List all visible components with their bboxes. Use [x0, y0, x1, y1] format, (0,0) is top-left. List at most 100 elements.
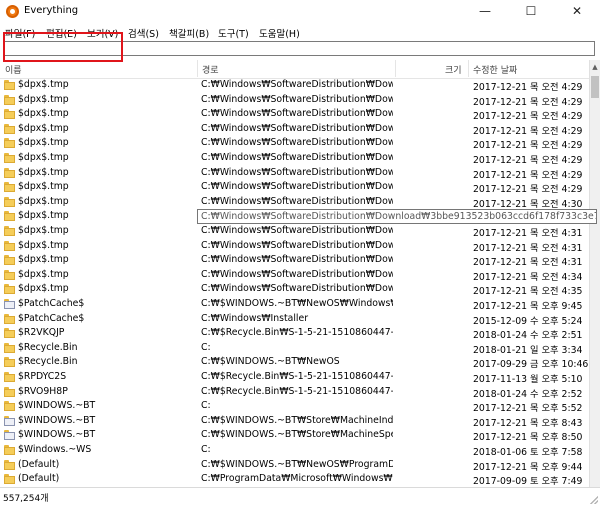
modified-date: 2017-12-21 목 오전 4:29	[473, 169, 583, 181]
column-divider[interactable]	[395, 60, 396, 77]
table-row[interactable]: $dpx$.tmp C:₩Windows₩SoftwareDistribution…	[0, 224, 589, 239]
column-path-header[interactable]: 경로	[202, 63, 219, 76]
table-row[interactable]: $dpx$.tmp C:₩Windows₩SoftwareDistribution…	[0, 180, 589, 195]
file-path: C:₩Windows₩Installer	[201, 312, 309, 324]
file-path: C:₩Windows₩SoftwareDistribution₩Downlo..…	[201, 268, 393, 280]
modified-date: 2018-01-24 수 오후 2:52	[473, 388, 583, 400]
table-row[interactable]: $dpx$.tmp C:₩Windows₩SoftwareDistribution…	[0, 282, 589, 297]
table-row[interactable]: $dpx$.tmp C:₩Windows₩SoftwareDistribution…	[0, 253, 589, 268]
file-name: $dpx$.tmp	[18, 166, 69, 178]
table-row[interactable]: $dpx$.tmp C:₩Windows₩SoftwareDistribution…	[0, 78, 589, 93]
folder-icon	[4, 372, 15, 382]
table-row[interactable]: $dpx$.tmp C:₩Windows₩SoftwareDistribution…	[0, 122, 589, 137]
file-path: C:₩Windows₩SoftwareDistribution₩Downlo..…	[201, 181, 393, 193]
file-path: C:	[201, 400, 211, 412]
file-name: $Windows.~WS	[18, 444, 92, 455]
close-button[interactable]: ✕	[554, 0, 600, 24]
minimize-button[interactable]: —	[462, 0, 508, 24]
menu-file[interactable]: 파일(F)	[5, 26, 35, 40]
table-row[interactable]: $Windows.~WS C: 2018-01-06 토 오후 7:58	[0, 443, 589, 458]
table-row[interactable]: $dpx$.tmp C:₩Windows₩SoftwareDistribution…	[0, 268, 589, 283]
folder-icon	[4, 196, 15, 207]
folder-icon	[4, 167, 15, 178]
vertical-scrollbar[interactable]: ▲	[589, 60, 600, 487]
scroll-thumb[interactable]	[591, 76, 599, 98]
file-name: $Recycle.Bin	[18, 356, 78, 368]
table-row[interactable]: $WINDOWS.~BT C:₩$WINDOWS.~BT₩Store₩Machin…	[0, 428, 589, 443]
folder-icon	[4, 386, 15, 397]
folder-icon	[4, 80, 15, 90]
modified-date: 2017-12-21 목 오후 5:52	[473, 403, 583, 415]
table-row[interactable]: (Default) C:₩ProgramData₩Microsoft₩Window…	[0, 472, 589, 487]
column-divider[interactable]	[197, 60, 198, 77]
column-name-header[interactable]: 이름	[5, 63, 22, 76]
folder-icon	[4, 269, 15, 280]
file-path: C:₩$Recycle.Bin₩S-1-5-21-1510860447-2...	[201, 385, 393, 397]
table-row[interactable]: $RVO9H8P C:₩$Recycle.Bin₩S-1-5-21-1510860…	[0, 385, 589, 400]
file-path: C:₩Windows₩SoftwareDistribution₩Downlo..…	[201, 79, 393, 90]
folder-icon	[4, 226, 15, 236]
table-row[interactable]: $dpx$.tmp C:₩Windows₩SoftwareDistribution…	[0, 107, 589, 122]
modified-date: 2017-12-21 목 오전 4:31	[473, 257, 583, 269]
path-tooltip: C:₩Windows₩SoftwareDistribution₩Download…	[197, 209, 597, 224]
table-row[interactable]: $dpx$.tmp C:₩Windows₩SoftwareDistribution…	[0, 93, 589, 108]
file-path: C:₩$WINDOWS.~BT₩Store₩MachineIndepe...	[201, 414, 393, 426]
modified-date: 2017-12-21 목 오전 4:34	[473, 271, 583, 283]
folder-icon	[4, 445, 15, 455]
resize-grip-icon[interactable]	[590, 496, 598, 504]
menu-search[interactable]: 검색(S)	[128, 26, 159, 40]
modified-date: 2017-12-21 목 오전 4:29	[473, 155, 583, 166]
menu-tools[interactable]: 도구(T)	[218, 26, 249, 40]
file-name: $dpx$.tmp	[18, 268, 69, 280]
table-row[interactable]: $dpx$.tmp C:₩Windows₩SoftwareDistribution…	[0, 195, 589, 210]
folder-icon	[4, 401, 15, 412]
table-row[interactable]: $dpx$.tmp C:₩Windows₩SoftwareDistribution…	[0, 136, 589, 151]
menu-edit[interactable]: 편집(E)	[46, 26, 77, 40]
modified-date: 2018-01-21 일 오후 3:34	[473, 344, 583, 356]
modified-date: 2017-12-21 목 오후 8:43	[473, 417, 583, 429]
modified-date: 2017-12-21 목 오전 4:30	[473, 198, 583, 210]
scroll-up-arrow-icon[interactable]: ▲	[590, 60, 600, 74]
table-row[interactable]: $Recycle.Bin C: 2018-01-21 일 오후 3:34	[0, 341, 589, 356]
file-path: C:₩$WINDOWS.~BT₩NewOS	[201, 356, 340, 368]
table-row[interactable]: $dpx$.tmp C:₩Windows₩SoftwareDistribution…	[0, 151, 589, 166]
table-row[interactable]: $PatchCache$ C:₩$WINDOWS.~BT₩NewOS₩Window…	[0, 297, 589, 312]
search-input[interactable]	[4, 41, 595, 56]
results-list: $dpx$.tmp C:₩Windows₩SoftwareDistribution…	[0, 78, 589, 487]
table-row[interactable]: $R2VKQJP C:₩$Recycle.Bin₩S-1-5-21-1510860…	[0, 326, 589, 341]
file-path: C:₩Windows₩SoftwareDistribution₩Downlo..…	[201, 166, 393, 178]
modified-date: 2017-12-21 목 오전 4:29	[473, 184, 583, 196]
file-name: $WINDOWS.~BT	[18, 400, 96, 412]
file-path: C:	[201, 341, 211, 353]
table-row[interactable]: $dpx$.tmp C:₩Windows₩SoftwareDistribution…	[0, 166, 589, 181]
folder-icon	[4, 357, 15, 368]
table-row[interactable]: $Recycle.Bin C:₩$WINDOWS.~BT₩NewOS 2017-09…	[0, 355, 589, 370]
column-size-header[interactable]: 크기	[445, 63, 462, 76]
table-row[interactable]: $RPDYC2S C:₩$Recycle.Bin₩S-1-5-21-1510860…	[0, 370, 589, 385]
menu-help[interactable]: 도움말(H)	[259, 26, 300, 40]
column-date-header[interactable]: 수정한 날짜	[473, 63, 517, 76]
menu-view[interactable]: 보기(V)	[87, 26, 118, 40]
maximize-button[interactable]: ☐	[508, 0, 554, 24]
table-row[interactable]: $PatchCache$ C:₩Windows₩Installer 2015-12-…	[0, 312, 589, 327]
folder-icon	[4, 211, 15, 222]
modified-date: 2017-12-21 목 오후 8:50	[473, 432, 583, 444]
folder-icon	[4, 284, 15, 295]
file-name: $Recycle.Bin	[18, 341, 78, 353]
table-row[interactable]: $WINDOWS.~BT C: 2017-12-21 목 오후 5:52	[0, 399, 589, 414]
table-row[interactable]: (Default) C:₩$WINDOWS.~BT₩NewOS₩ProgramDa…	[0, 458, 589, 473]
menu-bookmarks[interactable]: 책갈피(B)	[169, 26, 209, 40]
file-name: $dpx$.tmp	[18, 254, 69, 266]
status-bar: 557,254개	[0, 487, 600, 506]
folder-icon	[4, 153, 15, 163]
modified-date: 2017-12-21 목 오전 4:31	[473, 242, 583, 254]
modified-date: 2017-12-21 목 오전 4:29	[473, 82, 583, 93]
column-divider[interactable]	[468, 60, 469, 77]
file-path: C:₩$Recycle.Bin₩S-1-5-21-1510860447-2...	[201, 371, 393, 382]
title-bar: Everything — ☐ ✕	[0, 0, 600, 24]
table-row[interactable]: $WINDOWS.~BT C:₩$WINDOWS.~BT₩Store₩Machin…	[0, 414, 589, 429]
folder-icon	[4, 415, 15, 426]
file-name: $dpx$.tmp	[18, 225, 69, 236]
folder-icon	[4, 255, 15, 266]
table-row[interactable]: $dpx$.tmp C:₩Windows₩SoftwareDistribution…	[0, 239, 589, 254]
